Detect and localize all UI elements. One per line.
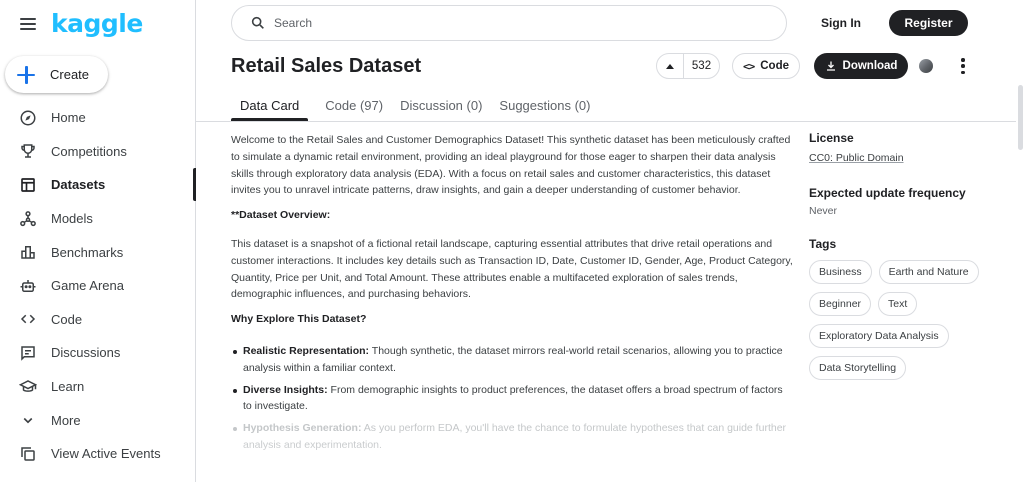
tag-text[interactable]: Text — [878, 292, 918, 316]
why-heading: Why Explore This Dataset? — [231, 313, 367, 326]
tag-earth-and-nature[interactable]: Earth and Nature — [878, 260, 979, 284]
brand: kaggle — [20, 10, 143, 38]
sidebar-item-label: Competitions — [51, 143, 127, 159]
sidebar-item-benchmarks[interactable]: Benchmarks — [0, 235, 196, 269]
create-button[interactable]: Create — [5, 56, 108, 93]
more-options-icon[interactable] — [956, 58, 970, 74]
code-button[interactable]: <> Code — [732, 53, 800, 79]
compass-icon — [19, 109, 37, 127]
sidebar-item-label: Benchmarks — [51, 244, 124, 260]
download-button[interactable]: Download — [814, 53, 908, 79]
models-icon — [19, 210, 37, 228]
list-item: Hypothesis Generation: As you perform ED… — [231, 420, 793, 454]
sidebar-item-label: Models — [51, 211, 93, 227]
download-icon — [826, 61, 835, 71]
search-icon — [251, 16, 264, 29]
school-icon — [19, 378, 37, 396]
scrollbar-thumb[interactable] — [1018, 85, 1023, 150]
data-card-content: Welcome to the Retail Sales and Customer… — [231, 132, 793, 482]
tab-code[interactable]: Code (97) — [325, 90, 383, 120]
overview-paragraph: This dataset is a snapshot of a fictiona… — [231, 237, 793, 301]
reasons-list: Realistic Representation: Though synthet… — [231, 343, 793, 454]
sidebar-item-label: Discussions — [51, 345, 121, 361]
sidebar-item-code[interactable]: Code — [0, 303, 196, 337]
tab-suggestions[interactable]: Suggestions (0) — [499, 90, 590, 120]
sidebar-item-label: Home — [51, 110, 86, 126]
license-heading: License — [809, 131, 854, 145]
list-item-title: Realistic Representation: — [243, 344, 370, 357]
page-title: Retail Sales Dataset — [231, 55, 422, 77]
trophy-icon — [19, 142, 37, 160]
sidebar-item-label: More — [51, 412, 81, 428]
menu-icon[interactable] — [20, 18, 36, 30]
tab-data-card[interactable]: Data Card — [231, 90, 309, 121]
code-icon — [19, 310, 37, 328]
sidebar-item-more[interactable]: More — [0, 403, 196, 437]
sign-in-button[interactable]: Sign In — [810, 9, 872, 37]
discussion-icon — [19, 344, 37, 362]
sidebar-item-label: View Active Events — [51, 446, 161, 462]
license-link[interactable]: CC0: Public Domain — [809, 150, 904, 167]
sidebar-item-label: Datasets — [51, 177, 106, 193]
chevron-down-icon — [19, 411, 37, 429]
tag-business[interactable]: Business — [809, 260, 872, 284]
tag-data-storytelling[interactable]: Data Storytelling — [809, 356, 907, 380]
search-bar[interactable] — [231, 5, 787, 41]
sidebar-item-competitions[interactable]: Competitions — [0, 135, 196, 169]
sidebar-item-label: Code — [51, 311, 83, 327]
plus-icon — [17, 65, 35, 84]
table-icon — [19, 176, 37, 194]
list-item: Realistic Representation: Though synthet… — [231, 343, 793, 377]
sidebar-item-discussions[interactable]: Discussions — [0, 336, 196, 370]
list-item-title: Hypothesis Generation: — [243, 422, 362, 435]
search-input[interactable] — [274, 16, 734, 30]
upvote-widget: 532 — [656, 53, 720, 79]
code-icon: <> — [743, 59, 755, 73]
sidebar-item-label: Learn — [51, 379, 85, 395]
frequency-value: Never — [809, 205, 838, 217]
intro-paragraph: Welcome to the Retail Sales and Customer… — [231, 134, 791, 197]
sidebar: kaggle Create Home Competitions Datasets… — [0, 0, 196, 482]
sidebar-item-learn[interactable]: Learn — [0, 370, 196, 404]
sidebar-nav: Home Competitions Datasets Models Benchm… — [0, 101, 196, 471]
code-button-label: Code — [760, 60, 789, 72]
sidebar-item-datasets[interactable]: Datasets — [0, 168, 196, 202]
overview-heading: **Dataset Overview: — [231, 209, 331, 222]
tags-heading: Tags — [809, 237, 837, 251]
upvote-count: 532 — [691, 60, 712, 72]
list-item: Diverse Insights: From demographic insig… — [231, 382, 793, 416]
sidebar-item-label: Game Arena — [51, 278, 124, 294]
tag-beginner[interactable]: Beginner — [809, 292, 872, 316]
upvote-button[interactable] — [657, 54, 684, 78]
create-label: Create — [50, 67, 90, 82]
sidebar-item-game-arena[interactable]: Game Arena — [0, 269, 196, 303]
metadata-panel: License CC0: Public Domain Expected upda… — [809, 128, 1009, 388]
caret-up-icon — [666, 63, 674, 69]
bar-chart-icon — [19, 243, 37, 261]
sidebar-item-view-active-events[interactable]: View Active Events — [0, 437, 196, 471]
frequency-heading: Expected update frequency — [809, 186, 966, 200]
robot-icon — [19, 277, 37, 295]
download-button-label: Download — [842, 60, 898, 72]
events-icon — [19, 445, 37, 463]
tags-list: Business Earth and Nature Beginner Text … — [809, 260, 994, 388]
kaggle-logo[interactable]: kaggle — [51, 10, 143, 38]
theme-toggle-icon[interactable] — [919, 59, 933, 73]
sidebar-item-models[interactable]: Models — [0, 202, 196, 236]
list-item-title: Diverse Insights: — [243, 383, 328, 396]
tabs-divider — [196, 121, 1016, 122]
tag-exploratory-data-analysis[interactable]: Exploratory Data Analysis — [809, 324, 949, 348]
register-button[interactable]: Register — [889, 10, 968, 36]
tab-discussion[interactable]: Discussion (0) — [400, 90, 482, 120]
dataset-tabs: Data Card Code (97) Discussion (0) Sugge… — [231, 90, 590, 122]
sidebar-item-home[interactable]: Home — [0, 101, 196, 135]
